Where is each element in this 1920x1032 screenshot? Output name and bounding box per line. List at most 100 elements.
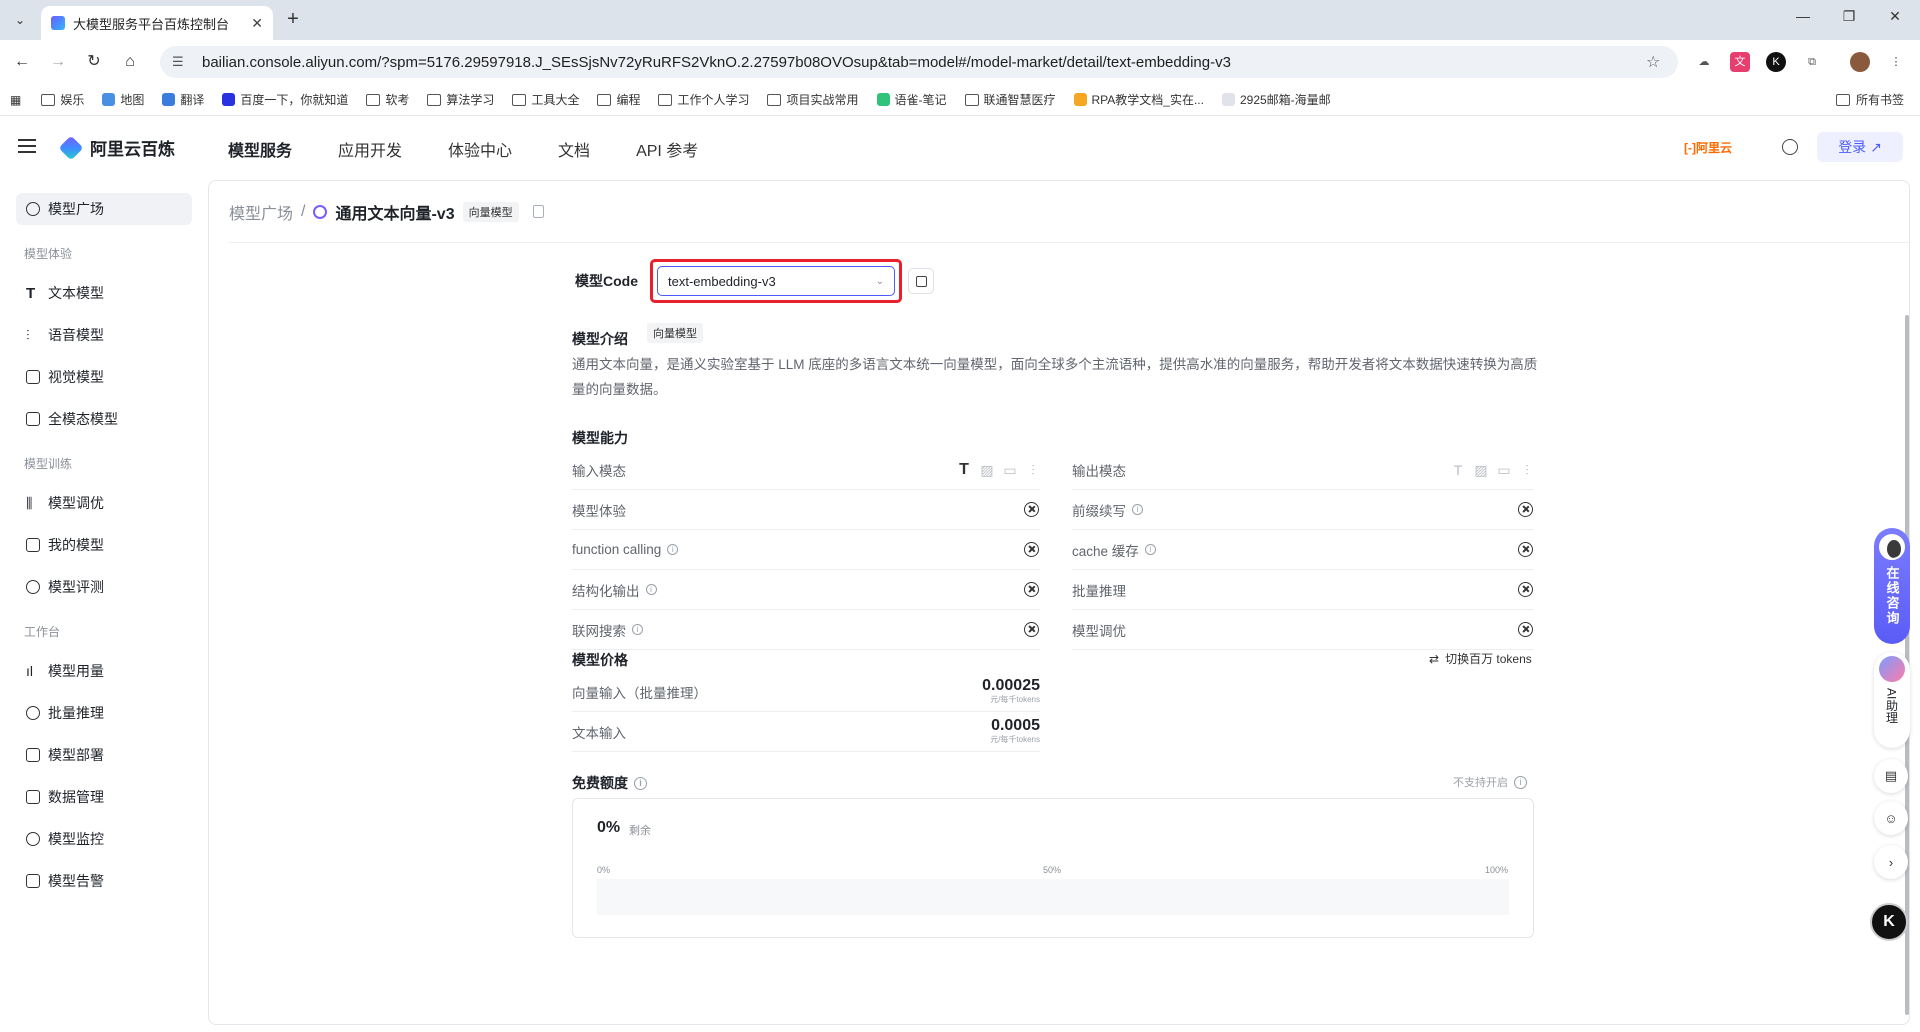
extension-cloud-icon[interactable]: ☁	[1694, 52, 1714, 72]
ai-assistant-button[interactable]: AI助理	[1874, 652, 1910, 748]
close-window-button[interactable]: ✕	[1872, 8, 1918, 32]
main-panel: 模型广场 / 通用文本向量-v3 向量模型 模型Code text-embedd…	[208, 180, 1910, 1025]
collapse-chevron-icon[interactable]: ›	[1874, 845, 1908, 879]
input-modal-icons: T ▨ ▭ ⫶	[957, 461, 1040, 478]
price-row: 向量输入（批量推理） 0.00025 元/每千tokens	[572, 672, 1040, 712]
info-icon[interactable]: i	[632, 624, 643, 635]
menu-icon[interactable]	[18, 139, 36, 153]
price-row: 文本输入 0.0005 元/每千tokens	[572, 712, 1040, 752]
info-icon[interactable]: i	[1132, 504, 1143, 515]
sidebar-item-model-plaza[interactable]: 模型广场	[16, 193, 192, 225]
logo-text: 阿里云百炼	[90, 140, 175, 159]
copy-button[interactable]	[908, 268, 934, 294]
bookmark-item[interactable]: RPA教学文档_实在...	[1073, 91, 1204, 108]
unsupported-icon	[1518, 542, 1533, 557]
nav-api-reference[interactable]: API 参考	[636, 137, 698, 161]
sidebar-item-batch[interactable]: 批量推理	[16, 697, 192, 729]
document-icon[interactable]	[532, 205, 544, 218]
bookmark-item[interactable]: 百度一下，你就知道	[222, 91, 348, 108]
all-bookmarks[interactable]: 所有书签	[1835, 91, 1904, 108]
bookmark-item[interactable]: 翻译	[162, 91, 204, 108]
k-extension-float[interactable]: K	[1870, 903, 1908, 941]
sidebar-item-usage[interactable]: ıl 模型用量	[16, 655, 192, 687]
bookmark-item[interactable]: 工具大全	[512, 91, 579, 108]
apps-grid-icon[interactable]: ▦	[10, 93, 21, 107]
login-button[interactable]: 登录 ↗	[1817, 132, 1903, 162]
nav-docs[interactable]: 文档	[558, 137, 590, 161]
extensions-puzzle-icon[interactable]: ⧉	[1802, 52, 1822, 72]
forward-button[interactable]: →	[46, 50, 70, 74]
aliyun-logo[interactable]: [-]阿里云	[1684, 139, 1732, 156]
sidebar-item-data[interactable]: 数据管理	[16, 781, 192, 813]
sidebar-item-deploy[interactable]: 模型部署	[16, 739, 192, 771]
yuque-favicon	[876, 93, 890, 106]
url-text[interactable]: bailian.console.aliyun.com/?spm=5176.295…	[202, 54, 1646, 71]
online-consult-button[interactable]: 在线咨询	[1874, 528, 1910, 644]
info-icon[interactable]: i	[1514, 775, 1527, 789]
sidebar-item-my-models[interactable]: 我的模型	[16, 529, 192, 561]
home-button[interactable]: ⌂	[118, 50, 142, 74]
bookmark-item[interactable]: 编程	[597, 91, 640, 108]
info-icon[interactable]: i	[634, 776, 647, 790]
info-icon[interactable]: i	[1144, 544, 1156, 555]
extension-translate-icon[interactable]: 文	[1730, 52, 1750, 72]
sidebar-item-omni-model[interactable]: 全模态模型	[16, 403, 192, 435]
breadcrumb-model-plaza[interactable]: 模型广场	[229, 200, 293, 224]
nav-model-service[interactable]: 模型服务	[228, 137, 292, 161]
document-float-icon[interactable]: ▤	[1874, 759, 1908, 793]
sidebar-item-text-model[interactable]: T 文本模型	[16, 277, 192, 309]
trend-icon	[26, 790, 40, 804]
browser-menu-icon[interactable]: ⋮	[1886, 52, 1906, 72]
price-value: 0.0005 元/每千tokens	[990, 718, 1040, 745]
minimize-button[interactable]: —	[1780, 8, 1826, 32]
bookmark-item[interactable]: 语雀-笔记	[876, 91, 947, 108]
bookmark-item[interactable]: 算法学习	[427, 91, 494, 108]
language-globe-icon[interactable]	[1782, 139, 1798, 155]
bookmark-item[interactable]: 地图	[102, 91, 144, 108]
back-button[interactable]: ←	[10, 50, 34, 74]
profile-avatar[interactable]	[1850, 52, 1870, 72]
bookmark-item[interactable]: 联通智慧医疗	[964, 91, 1056, 108]
sidebar-item-evaluation[interactable]: 模型评测	[16, 571, 192, 603]
bookmark-item[interactable]: 工作个人学习	[658, 91, 749, 108]
sidebar-item-vision-model[interactable]: 视觉模型	[16, 361, 192, 393]
page-title: 通用文本向量-v3	[335, 205, 455, 223]
nav-experience[interactable]: 体验中心	[448, 137, 512, 161]
reload-button[interactable]: ↻	[82, 50, 106, 74]
audio-icon: ⫶	[1031, 461, 1035, 478]
download-box-icon	[26, 748, 40, 762]
cap-label: 输入模态	[572, 463, 626, 479]
audio-icon: ⫶	[1525, 461, 1529, 478]
feedback-face-icon[interactable]: ☺	[1874, 801, 1908, 835]
info-icon[interactable]: i	[667, 544, 679, 555]
active-tab[interactable]: 大模型服务平台百炼控制台 ✕	[41, 6, 273, 40]
alert-bell-icon	[26, 874, 40, 888]
omni-icon	[26, 412, 40, 426]
bookmark-item[interactable]: 项目实战常用	[767, 91, 859, 108]
address-bar[interactable]: ☰ bailian.console.aliyun.com/?spm=5176.2…	[160, 46, 1678, 78]
image-icon: ▨	[980, 461, 994, 478]
cap-label-text: 模型调优	[1072, 623, 1126, 639]
sidebar-item-alert[interactable]: 模型告警	[16, 865, 192, 897]
logo[interactable]: 阿里云百炼	[58, 135, 175, 160]
info-icon[interactable]: i	[645, 584, 657, 595]
bookmark-item[interactable]: 软考	[366, 91, 409, 108]
list-icon	[26, 706, 40, 720]
bookmark-item[interactable]: 娱乐	[41, 91, 84, 108]
new-tab-button[interactable]: +	[282, 9, 304, 31]
sidebar-item-monitor[interactable]: 模型监控	[16, 823, 192, 855]
nav-app-dev[interactable]: 应用开发	[338, 137, 402, 161]
capabilities-right: 输出模态 T ▨ ▭ ⫶ 前缀续写 i cache 缓存 i 批量推理 模型调优	[1072, 450, 1534, 650]
switch-tokens-button[interactable]: ⇄ 切换百万 tokens	[1429, 650, 1532, 667]
bookmark-item[interactable]: 2925邮箱-海量邮	[1221, 91, 1331, 108]
close-tab-icon[interactable]: ✕	[251, 15, 263, 32]
model-code-select[interactable]: text-embedding-v3 ⌄	[657, 266, 895, 296]
free-quota-hint: 不支持开启 i	[1453, 774, 1527, 790]
restore-button[interactable]: ❐	[1826, 8, 1872, 32]
bookmark-star-icon[interactable]: ☆	[1646, 52, 1678, 72]
tab-search-button[interactable]: ⌄	[8, 8, 32, 32]
extension-k-icon[interactable]: K	[1766, 52, 1786, 72]
site-info-icon[interactable]: ☰	[172, 54, 190, 70]
sidebar-item-fine-tune[interactable]: ⫼ 模型调优	[16, 487, 192, 519]
sidebar-item-voice-model[interactable]: ⫶ 语音模型	[16, 319, 192, 351]
